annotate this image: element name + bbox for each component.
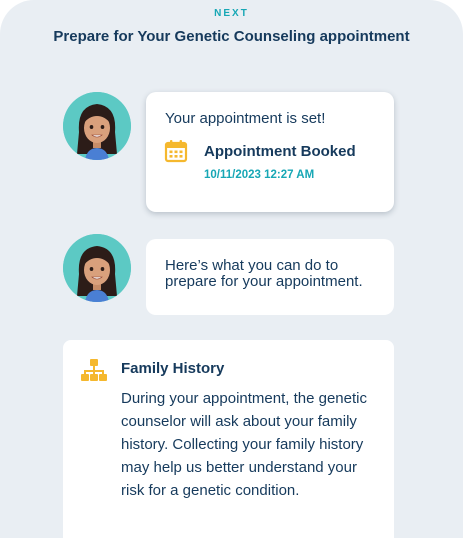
next-label: NEXT: [214, 8, 249, 19]
card-title: Family History: [121, 360, 225, 377]
family-tree-icon: [81, 359, 107, 381]
assistant-face-icon: [63, 92, 131, 160]
appointment-booked-timestamp: 10/11/2023 12:27 AM: [204, 169, 315, 181]
message-bubble-prepare: Here’s what you can do to prepare for yo…: [146, 239, 394, 315]
message-text: Here’s what you can do to prepare for yo…: [165, 257, 363, 290]
assistant-avatar: [63, 234, 131, 302]
family-history-card[interactable]: Family History During your appointment, …: [63, 340, 394, 538]
message-text: Your appointment is set!: [165, 110, 326, 127]
message-bubble-appointment-set: Your appointment is set! Appointment Boo…: [146, 92, 394, 212]
assistant-avatar: [63, 92, 131, 160]
calendar-icon: [164, 140, 188, 163]
assistant-face-icon: [63, 234, 131, 302]
card-body-text: During your appointment, the genetic cou…: [121, 390, 367, 499]
page-title: Prepare for Your Genetic Counseling appo…: [53, 28, 410, 45]
app-screen: NEXT Prepare for Your Genetic Counseling…: [0, 0, 463, 538]
appointment-booked-title: Appointment Booked: [204, 143, 356, 160]
